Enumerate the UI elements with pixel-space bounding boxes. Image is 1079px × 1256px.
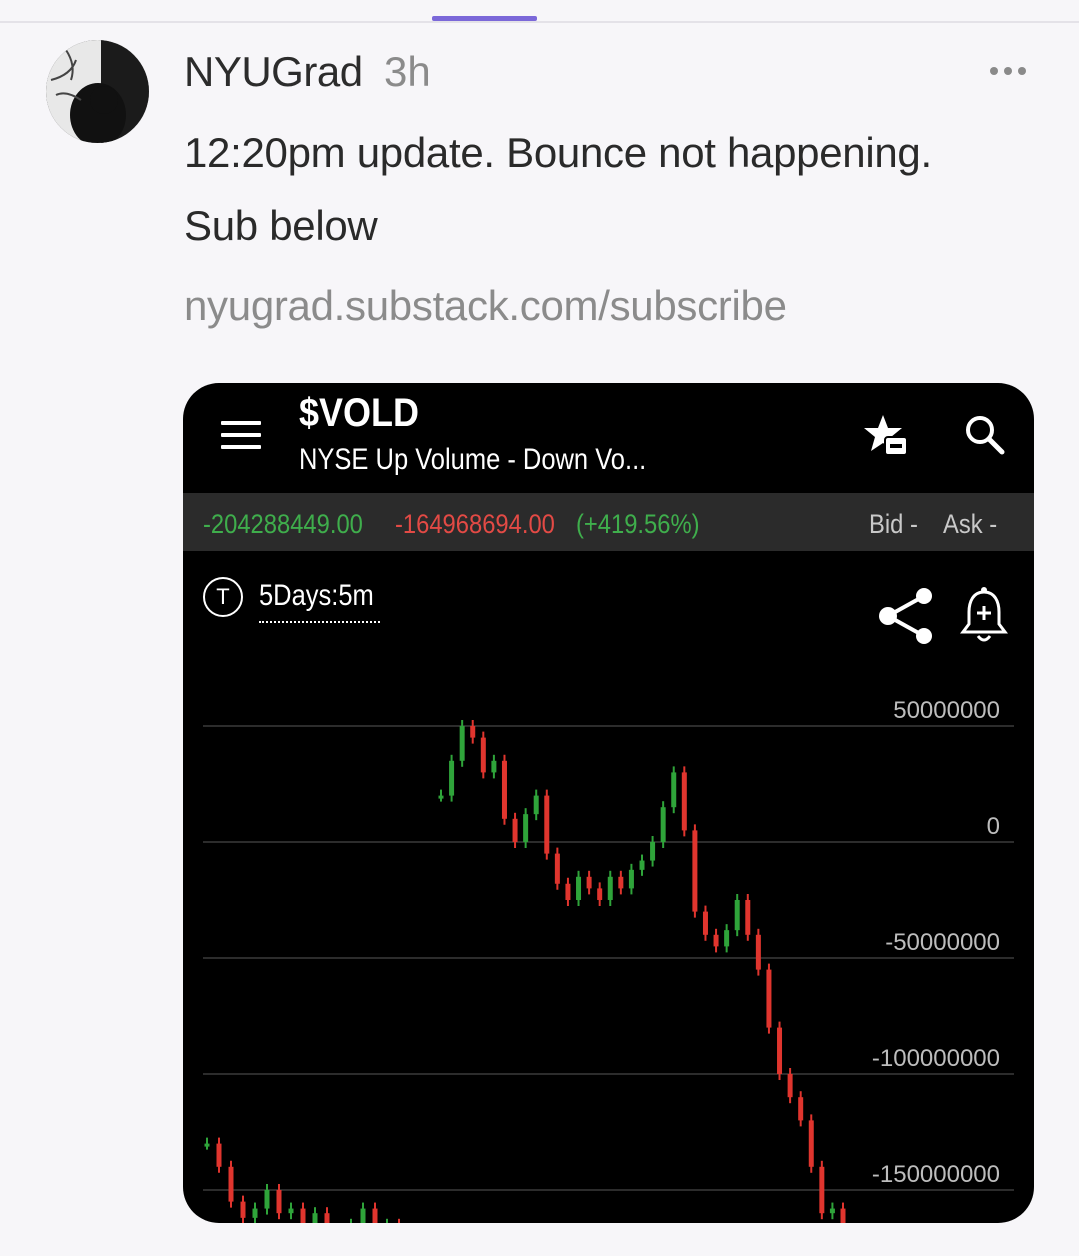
candle-body: [597, 888, 603, 900]
candle-body: [819, 1166, 825, 1214]
y-tick-label: -100000000: [872, 1045, 1000, 1072]
share-icon: [879, 588, 932, 644]
attached-image-card[interactable]: $VOLD NYSE Up Volume - Down Vo... -20428…: [183, 383, 1034, 1223]
candle-body: [650, 842, 656, 861]
percent-change: (+419.56%): [576, 509, 700, 539]
candle-body: [523, 814, 529, 842]
post-link[interactable]: nyugrad.substack.com/subscribe: [184, 282, 787, 330]
candle-body: [766, 969, 772, 1028]
candle-body: [829, 1208, 835, 1214]
candle-body: [787, 1074, 793, 1098]
candle-body: [681, 772, 687, 831]
price-change: -164968694.00: [395, 509, 555, 539]
post-text: 12:20pm update. Bounce not happening. Su…: [184, 116, 1044, 262]
ticker-description: NYSE Up Volume - Down Vo...: [299, 443, 647, 476]
period-underline: [259, 621, 380, 623]
post-line-1: 12:20pm update. Bounce not happening.: [184, 129, 932, 176]
candle-body: [533, 795, 539, 815]
candle-body: [216, 1143, 222, 1167]
candle-body: [702, 911, 708, 935]
candle-body: [438, 795, 444, 799]
candle-body: [544, 795, 550, 854]
post-timestamp: 3h: [384, 48, 431, 95]
candle-body: [755, 934, 761, 970]
search-icon: [966, 416, 1005, 455]
candle-body: [808, 1120, 814, 1167]
candle-body: [480, 737, 486, 773]
candle-body: [660, 807, 666, 842]
candle-body: [671, 772, 677, 808]
y-tick-label: -50000000: [885, 929, 1000, 956]
top-divider: [0, 21, 1079, 23]
candle-body: [628, 869, 634, 889]
candle-body: [840, 1208, 846, 1223]
candle-body: [228, 1166, 234, 1202]
candle-body: [777, 1027, 783, 1074]
period-selector: 5Days:5m: [259, 579, 374, 612]
candle-body: [512, 818, 518, 842]
alert-bell-icon: [960, 587, 1008, 642]
candle-body: [745, 900, 751, 935]
candle-body: [724, 930, 730, 947]
candle-body: [491, 760, 497, 773]
y-tick-label: 50000000: [893, 697, 1000, 724]
candle-body: [360, 1208, 366, 1223]
candle-body: [501, 760, 507, 819]
candle-body: [607, 876, 613, 900]
candle-body: [240, 1201, 246, 1218]
candle-body: [300, 1208, 306, 1223]
candle-body: [276, 1190, 282, 1214]
y-tick-label: 0: [987, 813, 1000, 840]
candle-body: [372, 1208, 378, 1223]
bid-label: Bid -: [869, 509, 918, 539]
ask-label: Ask -: [943, 509, 998, 539]
candle-body: [459, 726, 465, 761]
candle-body: [734, 900, 740, 931]
last-price: -204288449.00: [203, 509, 363, 539]
candle-body: [288, 1208, 294, 1214]
price-chart[interactable]: 50000000 0 -50000000 -100000000 -150000000: [183, 666, 1034, 1223]
active-tab-indicator: [432, 16, 537, 21]
post-line-2: Sub below: [184, 202, 378, 249]
candle-body: [576, 876, 582, 900]
candle-body: [713, 934, 719, 947]
more-options-icon[interactable]: [990, 58, 1034, 84]
candle-body: [618, 876, 624, 889]
avatar[interactable]: [46, 40, 149, 143]
candle-body: [586, 876, 592, 889]
ticker-symbol: $VOLD: [299, 391, 420, 435]
candle-body: [554, 853, 560, 884]
candle-body: [252, 1208, 258, 1218]
trade-t-icon: T: [203, 577, 243, 617]
candle-body: [324, 1213, 330, 1223]
candle-body: [798, 1097, 804, 1121]
author-name[interactable]: NYUGrad: [184, 48, 363, 96]
candle-body: [639, 860, 645, 870]
candle-body: [204, 1143, 210, 1147]
candle-body: [449, 760, 455, 796]
y-tick-label: -150000000: [872, 1161, 1000, 1188]
candle-body: [264, 1190, 270, 1209]
avatar-image: [46, 40, 149, 143]
candle-body: [565, 883, 571, 900]
menu-icon: [221, 421, 261, 449]
candle-body: [470, 726, 476, 738]
candle-body: [692, 830, 698, 912]
candle-body: [312, 1213, 318, 1223]
star-watchlist-icon: [864, 415, 908, 456]
